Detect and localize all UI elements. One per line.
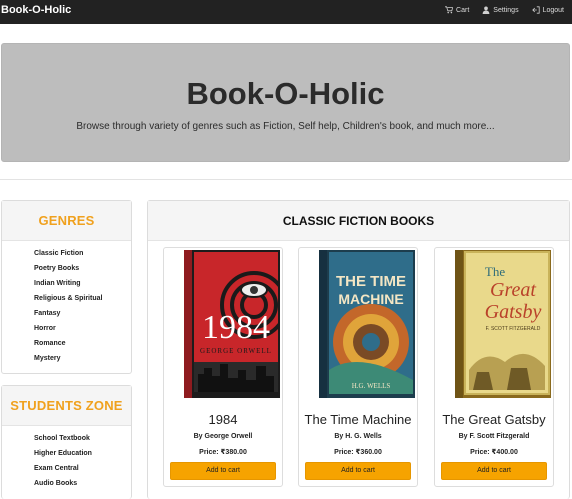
students-zone-panel: STUDENTS ZONE School Textbook Higher Edu… (1, 385, 132, 499)
user-icon (482, 6, 490, 14)
cart-icon (445, 6, 454, 14)
book-price: Price: ₹360.00 (334, 449, 382, 456)
nav-logout-label: Logout (542, 6, 564, 14)
genre-item-fantasy[interactable]: Fantasy (34, 306, 131, 321)
nav-settings-label: Settings (493, 6, 519, 14)
classic-fiction-heading: CLASSIC FICTION BOOKS (148, 201, 569, 241)
book-cover-time-machine[interactable]: THE TIME MACHINE H.G. WELLS (319, 250, 415, 398)
students-zone-list: School Textbook Higher Education Exam Ce… (2, 426, 131, 491)
genre-item-indian-writing[interactable]: Indian Writing (34, 276, 131, 291)
hero-subtitle: Browse through variety of genres such as… (76, 121, 495, 132)
genre-item-classic-fiction[interactable]: Classic Fiction (34, 246, 131, 261)
add-to-cart-button[interactable]: Add to cart (170, 462, 276, 480)
cover-gatsby-line2: Great (490, 279, 536, 301)
cover-time-machine-subtitle: MACHINE (338, 291, 403, 307)
book-title[interactable]: The Time Machine (299, 412, 417, 427)
book-author: By H. G. Wells (334, 433, 382, 440)
genre-item-mystery[interactable]: Mystery (34, 351, 131, 366)
cover-time-machine-title: THE TIME (336, 273, 406, 290)
cover-1984-title: 1984 (202, 309, 270, 346)
students-item-higher-education[interactable]: Higher Education (34, 446, 131, 461)
book-author: By George Orwell (193, 433, 253, 440)
book-cover-1984[interactable]: 1984 GEORGE ORWELL (184, 250, 280, 398)
nav-cart-label: Cart (456, 6, 470, 14)
book-cover-great-gatsby[interactable]: The Great Gatsby F. SCOTT FITZGERALD (455, 250, 551, 398)
add-to-cart-button[interactable]: Add to cart (305, 462, 411, 480)
nav-cart-link[interactable]: Cart (445, 6, 469, 14)
genre-item-horror[interactable]: Horror (34, 321, 131, 336)
cover-gatsby-line3: Gatsby (485, 301, 542, 323)
section-divider (0, 179, 572, 180)
top-navbar: Book-O-Holic Cart Settings Logout (0, 0, 572, 24)
students-item-exam-central[interactable]: Exam Central (34, 461, 131, 476)
genres-heading: GENRES (2, 201, 131, 241)
book-title[interactable]: 1984 (164, 412, 282, 427)
cover-1984-author: GEORGE ORWELL (200, 347, 272, 355)
genre-item-religious-spiritual[interactable]: Religious & Spiritual (34, 291, 131, 306)
book-price: Price: ₹380.00 (199, 449, 247, 456)
cover-gatsby-line1: The (485, 264, 505, 279)
book-card: THE TIME MACHINE H.G. WELLS The Time Mac… (298, 247, 418, 487)
add-to-cart-button[interactable]: Add to cart (441, 462, 547, 480)
book-title[interactable]: The Great Gatsby (435, 412, 553, 427)
logout-icon (531, 6, 540, 14)
book-author: By F. Scott Fitzgerald (458, 433, 530, 440)
brand-logo[interactable]: Book-O-Holic (1, 4, 71, 16)
nav-links: Cart Settings Logout (445, 6, 564, 14)
genre-item-romance[interactable]: Romance (34, 336, 131, 351)
genre-item-poetry-books[interactable]: Poetry Books (34, 261, 131, 276)
nav-settings-link[interactable]: Settings (482, 6, 519, 14)
students-item-audio-books[interactable]: Audio Books (34, 476, 131, 491)
genres-list: Classic Fiction Poetry Books Indian Writ… (2, 241, 131, 366)
students-item-school-textbook[interactable]: School Textbook (34, 431, 131, 446)
cover-gatsby-author: F. SCOTT FITZGERALD (486, 326, 541, 332)
book-price: Price: ₹400.00 (470, 449, 518, 456)
genres-panel: GENRES Classic Fiction Poetry Books Indi… (1, 200, 132, 374)
hero-title: Book-O-Holic (186, 76, 385, 111)
book-card: 1984 GEORGE ORWELL 1984 By George Orwell… (163, 247, 283, 487)
book-card: The Great Gatsby F. SCOTT FITZGERALD The… (434, 247, 554, 487)
hero-banner: Book-O-Holic Browse through variety of g… (1, 43, 570, 162)
students-zone-heading: STUDENTS ZONE (2, 386, 131, 426)
nav-logout-link[interactable]: Logout (531, 6, 564, 14)
cover-time-machine-author: H.G. WELLS (352, 382, 391, 390)
